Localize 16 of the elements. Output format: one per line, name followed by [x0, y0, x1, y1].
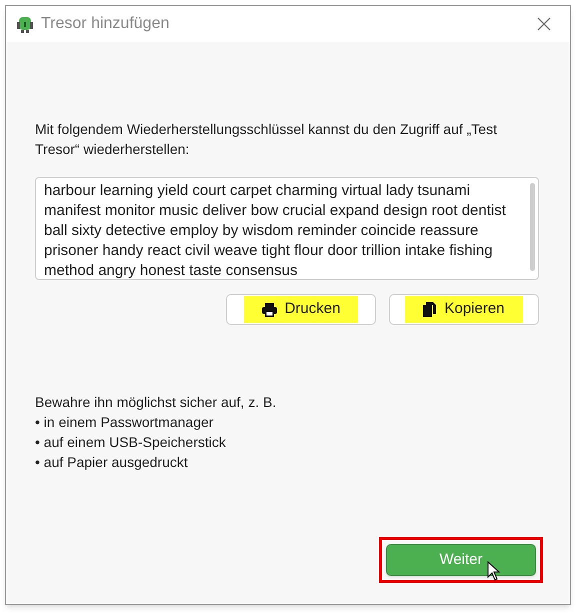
copy-icon [423, 302, 436, 317]
window-title: Tresor hinzufügen [41, 14, 170, 34]
advice-list-item: • auf Papier ausgedruckt [35, 453, 189, 472]
advice-text: Bewahre ihn möglichst sicher auf, z. B. [35, 393, 278, 412]
copy-button[interactable]: Kopieren [389, 294, 539, 325]
close-icon[interactable] [537, 17, 551, 31]
instruction-text: Mit folgendem Wiederherstellungsschlüssel kannst du den Zugriff auf „Test Tresor“ wiederherstellen: [35, 120, 498, 159]
print-button[interactable]: Drucken [226, 294, 376, 325]
scrollbar[interactable] [530, 183, 535, 271]
recovery-key-field[interactable] [35, 177, 539, 280]
robot-icon [15, 14, 35, 34]
printer-icon [262, 302, 277, 316]
advice-list-item: • auf einem USB-Speicherstick [35, 433, 227, 452]
advice-list-item: • in einem Passwortmanager [35, 413, 214, 432]
mouse-cursor-icon [487, 561, 501, 581]
recovery-key-text: harbour learning yield court carpet charming virtual lady tsunami manifest monitor music deliver bow crucial expand design root dentist ball sixty detective employ by wisdom reminder coincide reassure prisoner handy react civil weave tight flour door trillion intake fishing method angry honest taste consensus [44, 181, 507, 276]
